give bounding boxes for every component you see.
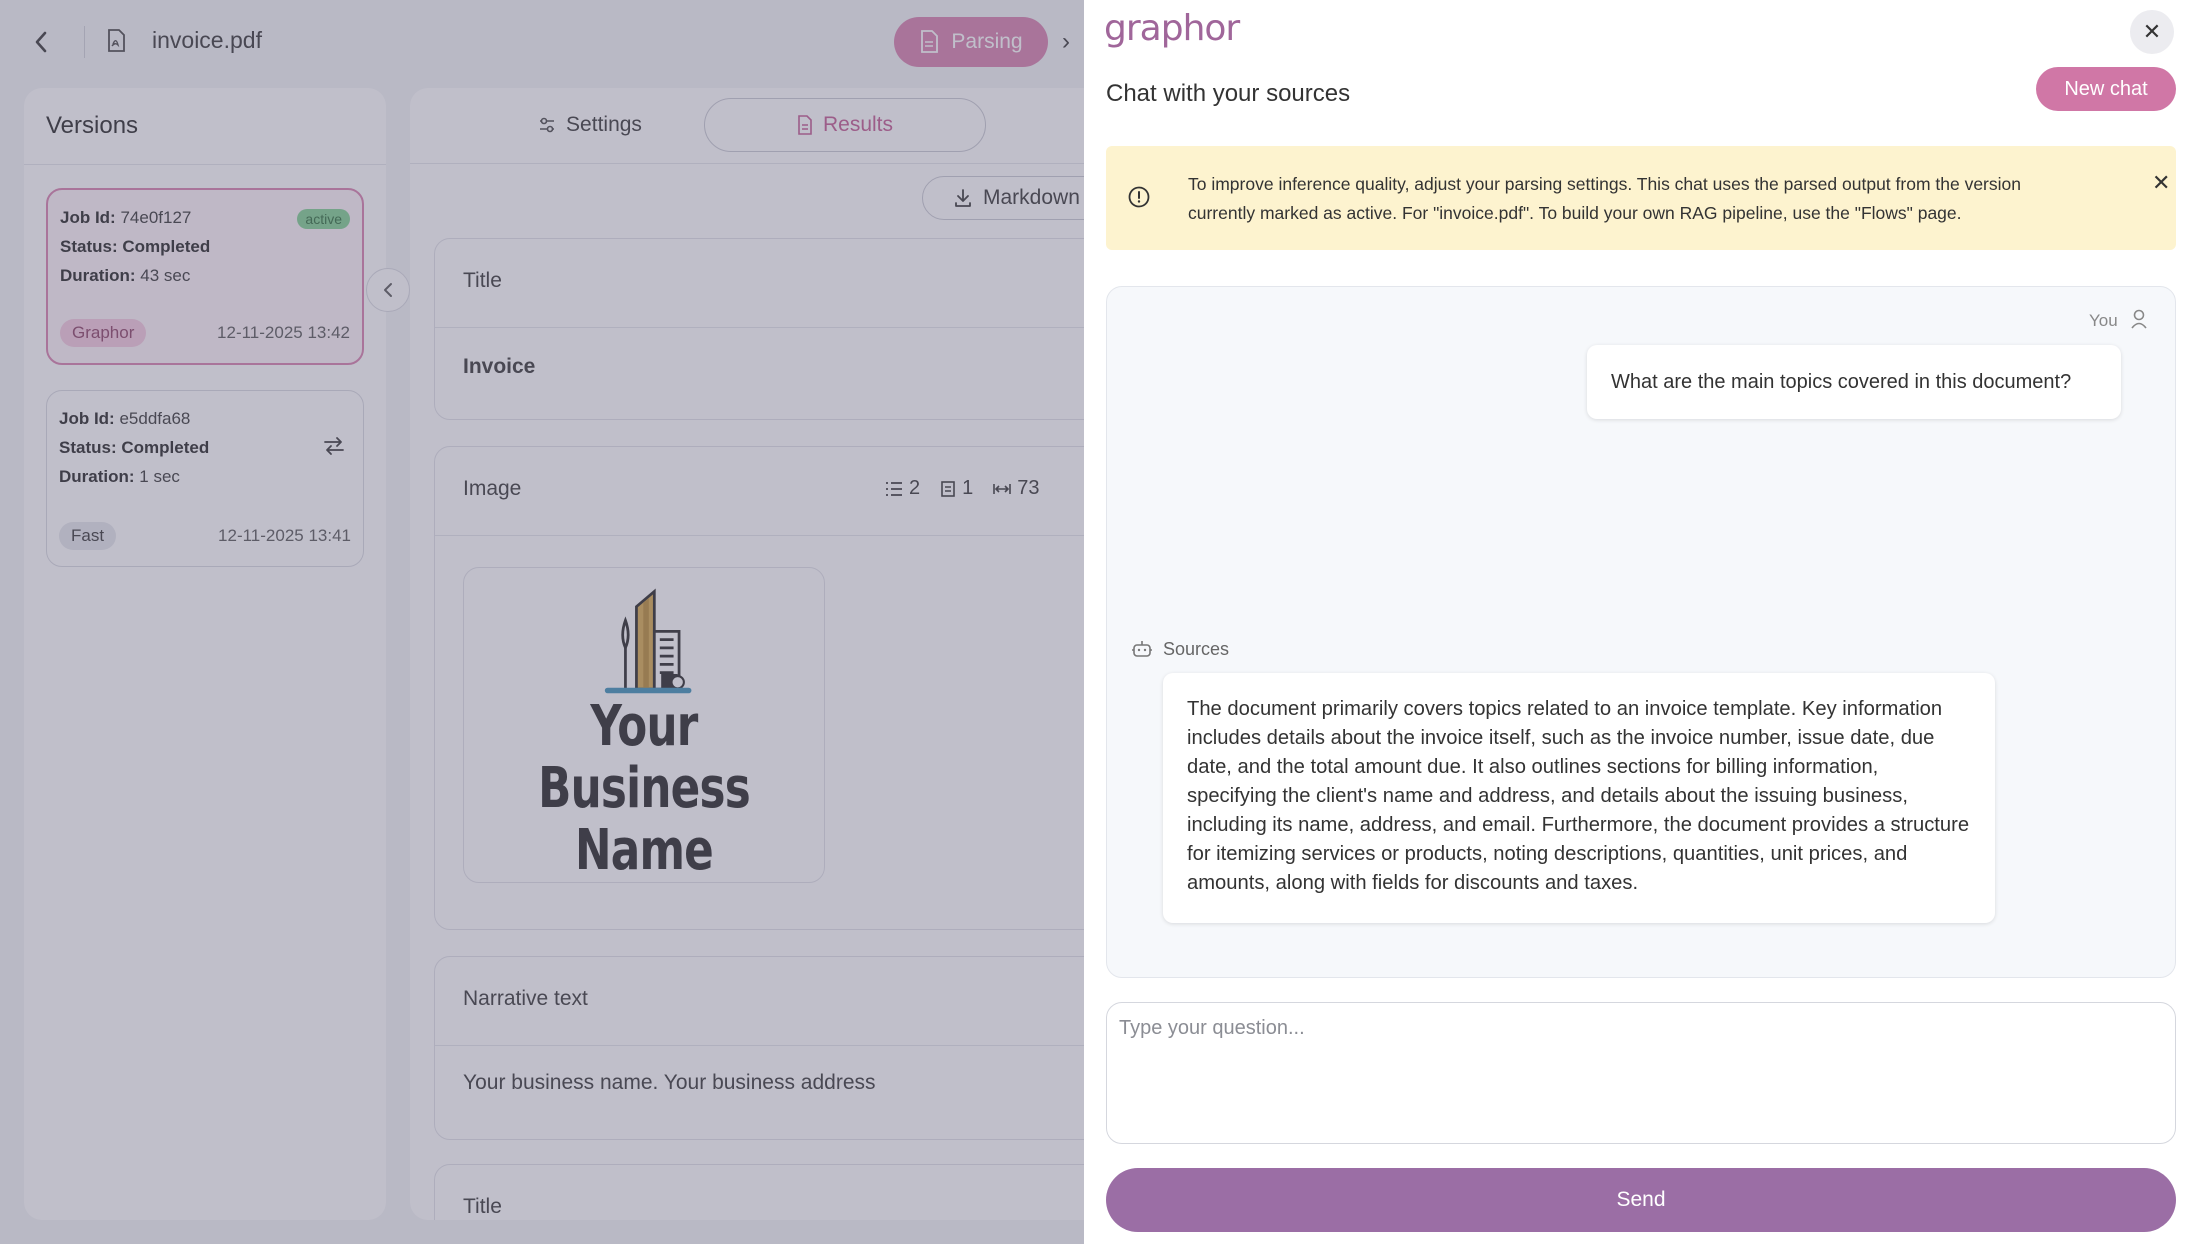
assistant-message: The document primarily covers topics rel… [1163,673,1995,923]
info-notice: To improve inference quality, adjust you… [1106,146,2176,250]
alert-circle-icon [1128,186,1150,208]
chat-title: Chat with your sources [1106,80,1351,107]
user-label: You [2089,311,2118,330]
user-icon [2131,309,2147,329]
user-message: What are the main topics covered in this… [1587,345,2121,419]
notice-text: To improve inference quality, adjust you… [1188,174,2021,223]
new-chat-button[interactable]: New chat [2036,67,2176,111]
send-button[interactable]: Send [1106,1168,2176,1232]
question-input[interactable] [1106,1002,2176,1144]
document-workspace: invoice.pdf Parsing › Versions Job Id: 7… [0,0,1084,1244]
graphor-logo: graphor [1104,8,1240,49]
close-drawer-button[interactable]: ✕ [2130,10,2174,54]
chat-drawer: graphor ✕ Chat with your sources New cha… [1084,0,2200,1244]
sources-label: Sources [1163,639,1230,659]
chat-history[interactable]: You What are the main topics covered in … [1106,286,2176,978]
dismiss-notice-button[interactable]: ✕ [2152,170,2170,196]
modal-overlay[interactable] [0,0,1084,1244]
bot-icon [1132,641,1152,657]
close-icon: ✕ [2142,19,2162,44]
